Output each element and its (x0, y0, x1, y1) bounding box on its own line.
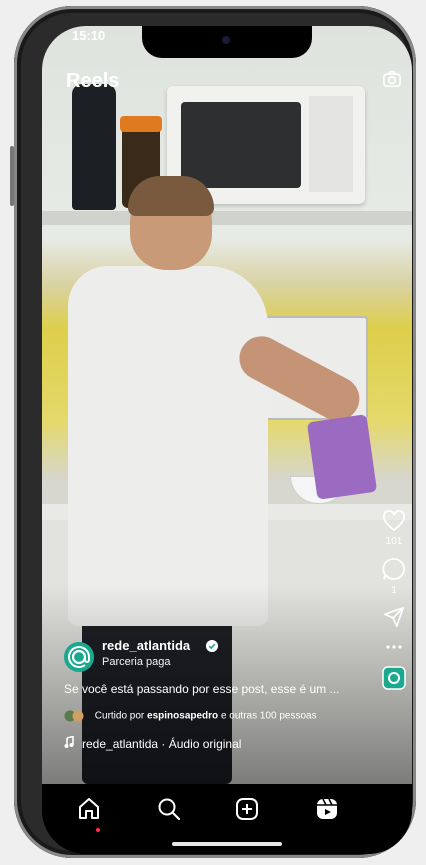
music-note-icon (64, 736, 74, 748)
bottom-tab-bar (42, 784, 412, 854)
create-icon[interactable] (234, 796, 260, 822)
page-title: Reels (66, 70, 120, 92)
home-icon[interactable] (76, 796, 102, 822)
more-icon[interactable] (384, 642, 404, 652)
heart-icon[interactable] (382, 510, 406, 532)
home-indicator (172, 842, 282, 846)
paid-partnership-label[interactable]: Parceria paga (102, 656, 171, 668)
likes-count: 101 (385, 536, 403, 547)
comment-icon[interactable] (382, 557, 406, 581)
audio-thumbnail-icon[interactable] (382, 666, 406, 690)
verified-badge-icon (206, 640, 218, 652)
caption-text[interactable]: Se você está passando por esse post, ess… (64, 682, 340, 696)
liked-user[interactable]: espinosapedro (147, 711, 218, 722)
notch (142, 26, 312, 58)
liked-prefix: Curtido por (94, 710, 148, 722)
share-icon[interactable] (383, 606, 405, 628)
liked-avatars-icon (64, 710, 84, 722)
comments-count: 1 (391, 585, 397, 596)
username[interactable]: rede_atlantida (102, 638, 190, 653)
camera-icon[interactable] (382, 70, 402, 88)
status-time: 15:10 (72, 28, 106, 43)
reels-icon[interactable] (314, 796, 340, 822)
avatar[interactable] (64, 642, 94, 672)
audio-label: rede_atlantida · Áudio original (82, 737, 242, 751)
liked-by[interactable]: Curtido por espinosapedro e outras 100 p… (64, 710, 317, 722)
reel-video[interactable] (42, 26, 412, 784)
notification-dot (96, 828, 100, 832)
audio-info[interactable]: rede_atlantida · Áudio original (64, 736, 241, 751)
liked-suffix: e outras 100 pessoas (218, 710, 317, 722)
action-rail: 101 1 (376, 510, 412, 690)
screen: 15:10 Reels 101 1 rede_atlantida Parceri… (42, 26, 412, 854)
phone-frame: 15:10 Reels 101 1 rede_atlantida Parceri… (10, 6, 416, 858)
search-icon[interactable] (156, 796, 182, 822)
